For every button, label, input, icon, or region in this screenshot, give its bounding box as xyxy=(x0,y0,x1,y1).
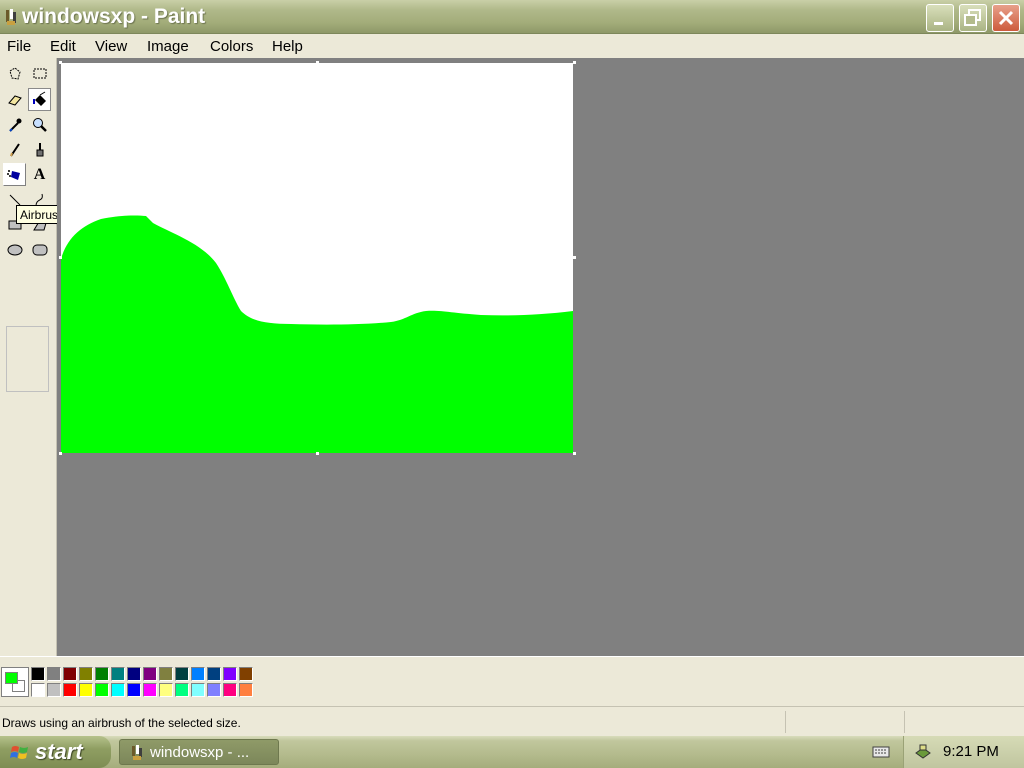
minimize-icon xyxy=(934,22,943,25)
palette-swatch[interactable] xyxy=(223,667,237,681)
status-bar: Draws using an airbrush of the selected … xyxy=(0,706,1024,736)
resize-handle-bottom[interactable] xyxy=(316,452,319,455)
fill-bucket-icon xyxy=(32,91,46,106)
system-tray: 9:21 PM xyxy=(903,736,1024,768)
paint-app-icon xyxy=(6,9,16,25)
airbrush-icon xyxy=(6,169,20,180)
palette-swatch[interactable] xyxy=(31,683,45,697)
tool-options-box[interactable] xyxy=(6,326,49,392)
palette-swatch[interactable] xyxy=(111,683,125,697)
tool-ellipse[interactable] xyxy=(3,238,26,261)
tool-brush[interactable] xyxy=(28,138,51,161)
menu-help[interactable]: Help xyxy=(272,38,303,55)
palette-swatch[interactable] xyxy=(31,667,45,681)
restore-icon xyxy=(964,9,981,26)
minimize-button[interactable] xyxy=(926,4,954,32)
palette-swatch[interactable] xyxy=(95,667,109,681)
tool-box: A xyxy=(0,58,57,656)
close-button[interactable] xyxy=(992,4,1020,32)
resize-handle-corner[interactable] xyxy=(573,452,576,455)
green-hill-shape xyxy=(61,215,573,453)
resize-handle xyxy=(59,61,62,64)
rounded-rectangle-icon xyxy=(32,244,47,255)
taskbar-paint-button[interactable]: windowsxp - ... xyxy=(119,739,279,765)
status-pane-coords xyxy=(785,711,903,733)
resize-handle xyxy=(59,256,62,259)
palette-swatch[interactable] xyxy=(191,667,205,681)
start-button[interactable]: start xyxy=(0,736,111,768)
taskbar-paint-label: windowsxp - ... xyxy=(150,744,250,761)
menu-image[interactable]: Image xyxy=(147,38,189,55)
menu-bar: File Edit View Image Colors Help xyxy=(0,34,1024,58)
tool-select[interactable] xyxy=(28,62,51,85)
tool-pencil[interactable] xyxy=(3,138,26,161)
text-icon: A xyxy=(33,165,46,183)
resize-handle xyxy=(59,452,62,455)
palette-swatch[interactable] xyxy=(47,667,61,681)
resize-handle-right[interactable] xyxy=(573,256,576,259)
palette-swatch[interactable] xyxy=(143,683,157,697)
tool-free-form-select[interactable] xyxy=(3,62,26,85)
palette-swatch[interactable] xyxy=(63,683,77,697)
taskbar: start windowsxp - ... 9:21 PM xyxy=(0,736,1024,768)
paint-app-icon xyxy=(132,745,142,760)
clock: 9:21 PM xyxy=(943,743,999,760)
tool-airbrush[interactable] xyxy=(3,163,26,186)
eraser-icon xyxy=(7,94,22,106)
tool-pick-color[interactable] xyxy=(3,113,26,136)
palette-swatch[interactable] xyxy=(239,667,253,681)
start-label: start xyxy=(35,739,83,764)
tool-eraser[interactable] xyxy=(3,88,26,111)
status-pane-size xyxy=(904,711,1024,733)
palette-swatch[interactable] xyxy=(95,683,109,697)
resize-handle xyxy=(573,61,576,64)
palette-swatch[interactable] xyxy=(175,667,189,681)
palette-swatch[interactable] xyxy=(63,667,77,681)
ellipse-icon xyxy=(7,244,22,255)
restore-button[interactable] xyxy=(959,4,987,32)
palette-swatch[interactable] xyxy=(239,683,253,697)
free-form-select-icon xyxy=(8,66,21,80)
palette-swatch[interactable] xyxy=(47,683,61,697)
palette-swatch[interactable] xyxy=(159,667,173,681)
palette-swatch[interactable] xyxy=(175,683,189,697)
palette-swatch[interactable] xyxy=(127,667,141,681)
title-bar[interactable]: windowsxp - Paint xyxy=(0,0,1024,34)
eyedropper-icon xyxy=(8,118,21,132)
magnifier-icon xyxy=(32,117,47,132)
brush-icon xyxy=(36,142,43,156)
drawing-canvas[interactable] xyxy=(61,63,573,453)
tool-magnifier[interactable] xyxy=(28,113,51,136)
windows-logo-icon xyxy=(10,746,28,759)
palette-swatch[interactable] xyxy=(207,667,221,681)
close-icon xyxy=(998,10,1014,26)
network-icon[interactable] xyxy=(914,744,932,760)
resize-handle xyxy=(316,61,319,64)
menu-view[interactable]: View xyxy=(95,38,127,55)
rect-select-icon xyxy=(33,68,46,78)
palette-swatch[interactable] xyxy=(79,667,93,681)
tool-rounded-rectangle[interactable] xyxy=(28,238,51,261)
palette-swatch[interactable] xyxy=(111,667,125,681)
keyboard-icon[interactable] xyxy=(872,744,890,760)
palette-swatch[interactable] xyxy=(223,683,237,697)
palette-swatch[interactable] xyxy=(159,683,173,697)
palette-swatch[interactable] xyxy=(127,683,141,697)
palette-swatch[interactable] xyxy=(191,683,205,697)
palette-swatch[interactable] xyxy=(207,683,221,697)
color-box xyxy=(0,656,1024,706)
tool-text[interactable]: A xyxy=(28,163,51,186)
foreground-color xyxy=(5,672,18,684)
tool-fill-with-color[interactable] xyxy=(28,88,51,111)
menu-edit[interactable]: Edit xyxy=(50,38,76,55)
palette-swatch[interactable] xyxy=(79,683,93,697)
menu-colors[interactable]: Colors xyxy=(210,38,253,55)
palette-swatch[interactable] xyxy=(143,667,157,681)
current-colors xyxy=(1,667,29,697)
window-title: windowsxp - Paint xyxy=(22,5,206,28)
status-text: Draws using an airbrush of the selected … xyxy=(2,716,241,730)
menu-file[interactable]: File xyxy=(7,38,31,55)
pencil-icon xyxy=(9,142,20,157)
